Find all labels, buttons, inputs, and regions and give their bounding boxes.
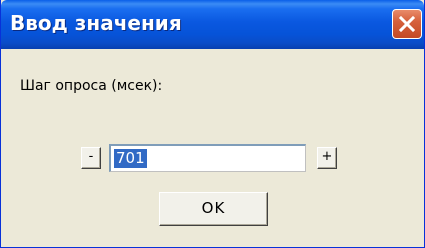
window-title: Ввод значения [10,11,182,35]
title-bar[interactable]: Ввод значения [1,0,424,49]
ok-button[interactable]: OK [159,192,268,226]
close-button[interactable] [392,9,422,39]
dialog-window: Ввод значения Шаг опроса (мсек): - 701 +… [0,0,425,248]
close-icon [399,16,415,32]
value-text: 701 [114,149,147,168]
increment-button[interactable]: + [317,147,337,169]
prompt-label: Шаг опроса (мсек): [20,78,163,94]
decrement-button[interactable]: - [81,147,101,169]
value-input[interactable]: 701 [109,144,306,172]
